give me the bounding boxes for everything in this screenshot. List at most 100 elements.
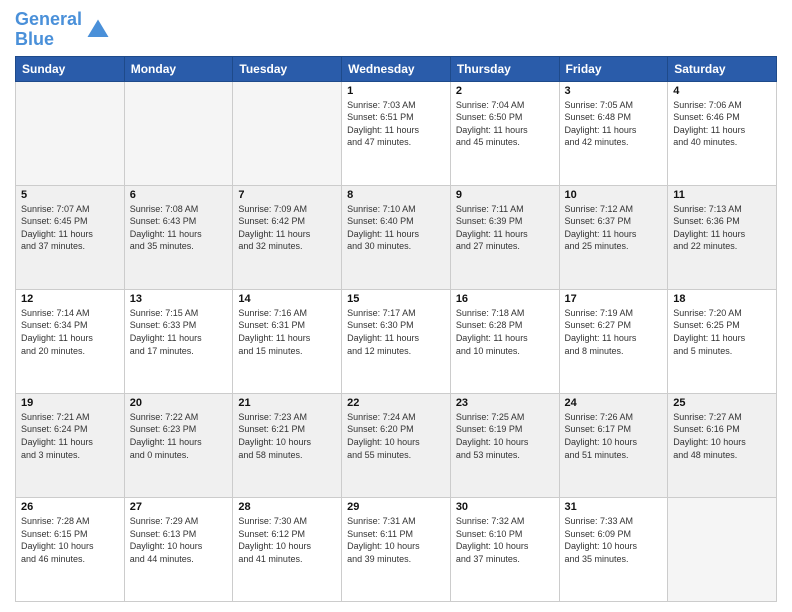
weekday-header: Wednesday [342, 56, 451, 81]
calendar-cell: 30 Sunrise: 7:32 AM Sunset: 6:10 PM Dayli… [450, 497, 559, 601]
day-number: 31 [565, 501, 663, 513]
day-number: 18 [673, 293, 771, 305]
day-number: 25 [673, 397, 771, 409]
calendar-cell: 31 Sunrise: 7:33 AM Sunset: 6:09 PM Dayli… [559, 497, 668, 601]
weekday-header: Tuesday [233, 56, 342, 81]
day-info: Sunrise: 7:21 AM Sunset: 6:24 PM Dayligh… [21, 411, 119, 461]
day-info: Sunrise: 7:29 AM Sunset: 6:13 PM Dayligh… [130, 515, 228, 565]
calendar-cell: 22 Sunrise: 7:24 AM Sunset: 6:20 PM Dayli… [342, 393, 451, 497]
day-number: 14 [238, 293, 336, 305]
day-info: Sunrise: 7:15 AM Sunset: 6:33 PM Dayligh… [130, 307, 228, 357]
calendar-cell: 12 Sunrise: 7:14 AM Sunset: 6:34 PM Dayli… [16, 289, 125, 393]
calendar-cell: 19 Sunrise: 7:21 AM Sunset: 6:24 PM Dayli… [16, 393, 125, 497]
day-info: Sunrise: 7:12 AM Sunset: 6:37 PM Dayligh… [565, 203, 663, 253]
day-info: Sunrise: 7:18 AM Sunset: 6:28 PM Dayligh… [456, 307, 554, 357]
day-info: Sunrise: 7:22 AM Sunset: 6:23 PM Dayligh… [130, 411, 228, 461]
day-info: Sunrise: 7:33 AM Sunset: 6:09 PM Dayligh… [565, 515, 663, 565]
calendar-week: 12 Sunrise: 7:14 AM Sunset: 6:34 PM Dayli… [16, 289, 777, 393]
day-info: Sunrise: 7:16 AM Sunset: 6:31 PM Dayligh… [238, 307, 336, 357]
day-info: Sunrise: 7:26 AM Sunset: 6:17 PM Dayligh… [565, 411, 663, 461]
day-info: Sunrise: 7:09 AM Sunset: 6:42 PM Dayligh… [238, 203, 336, 253]
day-info: Sunrise: 7:03 AM Sunset: 6:51 PM Dayligh… [347, 99, 445, 149]
logo-general: General [15, 9, 82, 29]
day-info: Sunrise: 7:08 AM Sunset: 6:43 PM Dayligh… [130, 203, 228, 253]
day-info: Sunrise: 7:13 AM Sunset: 6:36 PM Dayligh… [673, 203, 771, 253]
day-number: 19 [21, 397, 119, 409]
header: General Blue [15, 10, 777, 50]
day-number: 12 [21, 293, 119, 305]
day-number: 3 [565, 85, 663, 97]
calendar-cell: 5Sunrise: 7:07 AM Sunset: 6:45 PM Daylig… [16, 185, 125, 289]
day-info: Sunrise: 7:19 AM Sunset: 6:27 PM Dayligh… [565, 307, 663, 357]
day-info: Sunrise: 7:04 AM Sunset: 6:50 PM Dayligh… [456, 99, 554, 149]
day-number: 5 [21, 189, 119, 201]
calendar-cell: 2 Sunrise: 7:04 AM Sunset: 6:50 PM Daylig… [450, 81, 559, 185]
weekday-header: Friday [559, 56, 668, 81]
day-number: 13 [130, 293, 228, 305]
day-number: 10 [565, 189, 663, 201]
day-info: Sunrise: 7:28 AM Sunset: 6:15 PM Dayligh… [21, 515, 119, 565]
calendar-cell [668, 497, 777, 601]
day-number: 20 [130, 397, 228, 409]
day-info: Sunrise: 7:23 AM Sunset: 6:21 PM Dayligh… [238, 411, 336, 461]
day-number: 29 [347, 501, 445, 513]
day-info: Sunrise: 7:05 AM Sunset: 6:48 PM Dayligh… [565, 99, 663, 149]
calendar-cell: 24 Sunrise: 7:26 AM Sunset: 6:17 PM Dayli… [559, 393, 668, 497]
calendar-cell: 26Sunrise: 7:28 AM Sunset: 6:15 PM Dayli… [16, 497, 125, 601]
day-number: 24 [565, 397, 663, 409]
day-number: 28 [238, 501, 336, 513]
day-number: 22 [347, 397, 445, 409]
logo-text: General Blue [15, 10, 82, 50]
logo: General Blue [15, 10, 112, 50]
day-number: 1 [347, 85, 445, 97]
calendar-cell: 15 Sunrise: 7:17 AM Sunset: 6:30 PM Dayli… [342, 289, 451, 393]
weekday-header: Monday [124, 56, 233, 81]
day-number: 4 [673, 85, 771, 97]
logo-blue: Blue [15, 29, 54, 49]
calendar-cell: 9 Sunrise: 7:11 AM Sunset: 6:39 PM Daylig… [450, 185, 559, 289]
day-info: Sunrise: 7:24 AM Sunset: 6:20 PM Dayligh… [347, 411, 445, 461]
day-info: Sunrise: 7:27 AM Sunset: 6:16 PM Dayligh… [673, 411, 771, 461]
day-number: 6 [130, 189, 228, 201]
day-number: 7 [238, 189, 336, 201]
day-number: 8 [347, 189, 445, 201]
calendar-cell: 4 Sunrise: 7:06 AM Sunset: 6:46 PM Daylig… [668, 81, 777, 185]
calendar-week: 5Sunrise: 7:07 AM Sunset: 6:45 PM Daylig… [16, 185, 777, 289]
day-number: 9 [456, 189, 554, 201]
calendar-cell: 21 Sunrise: 7:23 AM Sunset: 6:21 PM Dayli… [233, 393, 342, 497]
calendar-cell: 1 Sunrise: 7:03 AM Sunset: 6:51 PM Daylig… [342, 81, 451, 185]
day-info: Sunrise: 7:17 AM Sunset: 6:30 PM Dayligh… [347, 307, 445, 357]
day-info: Sunrise: 7:06 AM Sunset: 6:46 PM Dayligh… [673, 99, 771, 149]
calendar-week: 19 Sunrise: 7:21 AM Sunset: 6:24 PM Dayli… [16, 393, 777, 497]
calendar-cell: 17Sunrise: 7:19 AM Sunset: 6:27 PM Dayli… [559, 289, 668, 393]
calendar-cell: 29 Sunrise: 7:31 AM Sunset: 6:11 PM Dayli… [342, 497, 451, 601]
weekday-header: Thursday [450, 56, 559, 81]
calendar-cell: 23Sunrise: 7:25 AM Sunset: 6:19 PM Dayli… [450, 393, 559, 497]
day-info: Sunrise: 7:10 AM Sunset: 6:40 PM Dayligh… [347, 203, 445, 253]
day-info: Sunrise: 7:14 AM Sunset: 6:34 PM Dayligh… [21, 307, 119, 357]
calendar-cell: 27 Sunrise: 7:29 AM Sunset: 6:13 PM Dayli… [124, 497, 233, 601]
day-info: Sunrise: 7:32 AM Sunset: 6:10 PM Dayligh… [456, 515, 554, 565]
day-number: 15 [347, 293, 445, 305]
page: General Blue SundayMondayTuesdayWednesda… [0, 0, 792, 612]
calendar-cell: 10 Sunrise: 7:12 AM Sunset: 6:37 PM Dayli… [559, 185, 668, 289]
calendar-cell: 6 Sunrise: 7:08 AM Sunset: 6:43 PM Daylig… [124, 185, 233, 289]
calendar-cell: 14 Sunrise: 7:16 AM Sunset: 6:31 PM Dayli… [233, 289, 342, 393]
day-number: 21 [238, 397, 336, 409]
weekday-header: Saturday [668, 56, 777, 81]
day-number: 27 [130, 501, 228, 513]
calendar-cell: 7 Sunrise: 7:09 AM Sunset: 6:42 PM Daylig… [233, 185, 342, 289]
calendar-cell: 16Sunrise: 7:18 AM Sunset: 6:28 PM Dayli… [450, 289, 559, 393]
day-number: 30 [456, 501, 554, 513]
day-info: Sunrise: 7:25 AM Sunset: 6:19 PM Dayligh… [456, 411, 554, 461]
calendar-cell: 28 Sunrise: 7:30 AM Sunset: 6:12 PM Dayli… [233, 497, 342, 601]
calendar-cell: 25 Sunrise: 7:27 AM Sunset: 6:16 PM Dayli… [668, 393, 777, 497]
logo-icon [84, 16, 112, 44]
day-number: 2 [456, 85, 554, 97]
calendar-cell: 13 Sunrise: 7:15 AM Sunset: 6:33 PM Dayli… [124, 289, 233, 393]
day-info: Sunrise: 7:31 AM Sunset: 6:11 PM Dayligh… [347, 515, 445, 565]
calendar-cell: 8 Sunrise: 7:10 AM Sunset: 6:40 PM Daylig… [342, 185, 451, 289]
day-info: Sunrise: 7:30 AM Sunset: 6:12 PM Dayligh… [238, 515, 336, 565]
calendar-cell: 3 Sunrise: 7:05 AM Sunset: 6:48 PM Daylig… [559, 81, 668, 185]
day-info: Sunrise: 7:11 AM Sunset: 6:39 PM Dayligh… [456, 203, 554, 253]
